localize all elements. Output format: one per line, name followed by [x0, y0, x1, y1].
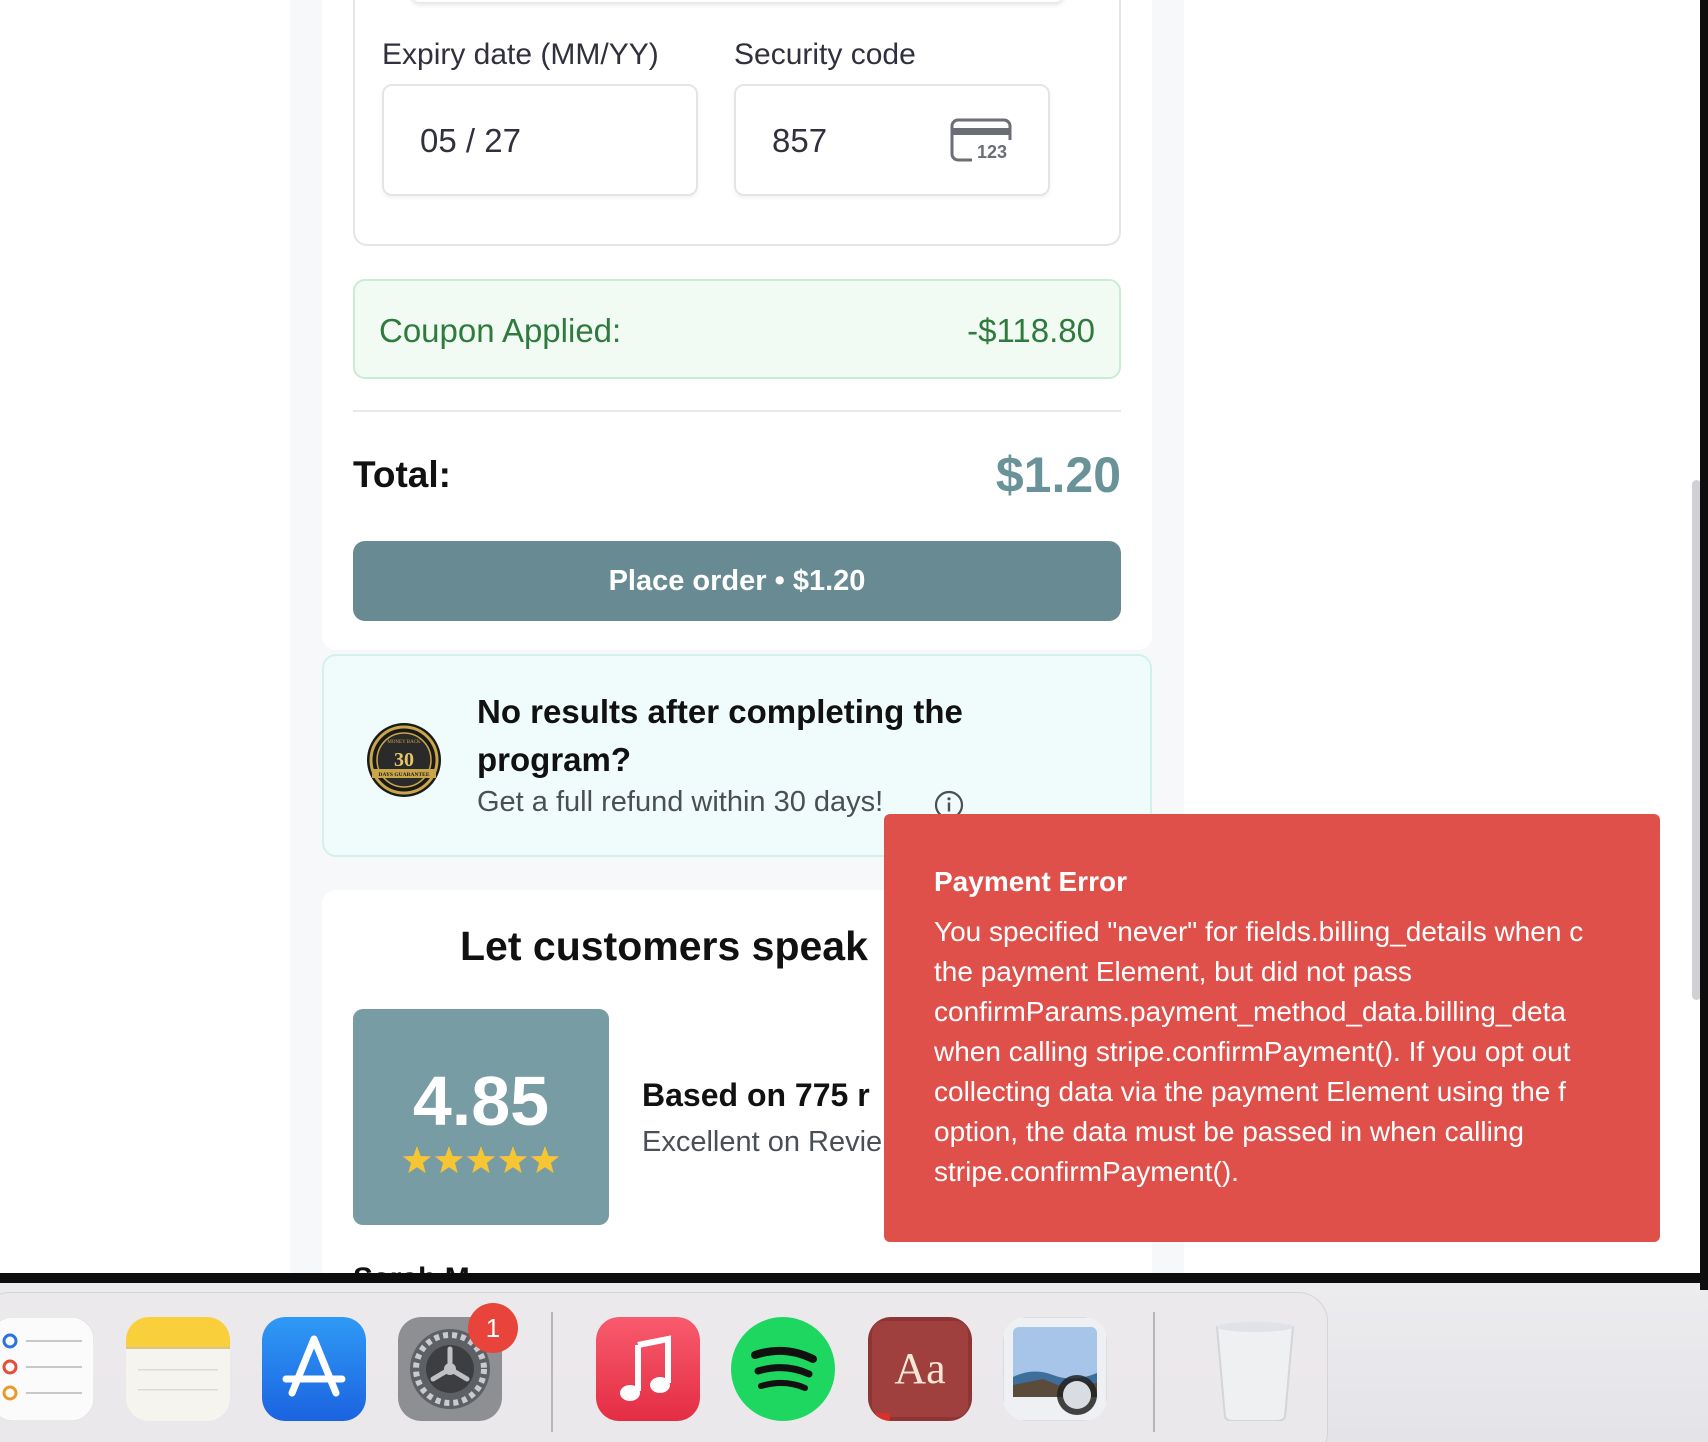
review-source-text: Excellent on Revie: [642, 1126, 883, 1158]
security-code-field[interactable]: 857 123: [734, 84, 1050, 196]
expiry-field[interactable]: 05 / 27: [382, 84, 698, 196]
cvc-card-icon: 123: [950, 118, 1012, 162]
window-right-edge: [1700, 0, 1708, 1290]
dock-separator: [1153, 1312, 1155, 1432]
svg-text:30: 30: [394, 749, 414, 771]
browser-viewport: Expiry date (MM/YY) 05 / 27 Security cod…: [0, 0, 1708, 1442]
guarantee-subtitle: Get a full refund within 30 days!: [477, 786, 884, 818]
star-icon: [466, 1146, 496, 1174]
total-label: Total:: [353, 454, 451, 495]
preview-icon[interactable]: [1003, 1317, 1107, 1421]
star-icon: [498, 1146, 528, 1174]
toast-line: the payment Element, but did not pass: [934, 956, 1412, 987]
svg-text:123: 123: [977, 142, 1007, 162]
coupon-applied-row: Coupon Applied: -$118.80: [353, 279, 1121, 379]
review-count-text: Based on 775 r: [642, 1077, 870, 1113]
svg-text:DAYS GUARANTEE: DAYS GUARANTEE: [379, 772, 430, 778]
music-icon[interactable]: [596, 1317, 700, 1421]
divider: [353, 410, 1121, 412]
rating-value: 4.85: [412, 1062, 550, 1140]
svg-text:Aa: Aa: [894, 1344, 945, 1393]
toast-line: option, the data must be passed in when …: [934, 1116, 1524, 1147]
expiry-value: 05 / 27: [420, 122, 521, 159]
settings-notification-badge: 1: [468, 1303, 518, 1353]
rating-summary-box: 4.85: [353, 1009, 609, 1225]
toast-line: when calling stripe.confirmPayment(). If…: [934, 1036, 1571, 1067]
security-code-label: Security code: [734, 38, 916, 71]
rating-stars-icon: [402, 1146, 560, 1174]
reminders-icon[interactable]: [0, 1317, 94, 1421]
reviews-title: Let customers speak: [460, 923, 868, 969]
toast-line: You specified "never" for fields.billing…: [934, 916, 1584, 947]
notes-icon[interactable]: [126, 1317, 230, 1421]
app-store-icon[interactable]: [262, 1317, 366, 1421]
star-icon: [434, 1146, 464, 1174]
dock-separator: [551, 1312, 553, 1432]
window-bottom-edge: [0, 1273, 1708, 1283]
toast-line: stripe.confirmPayment().: [934, 1156, 1239, 1187]
payment-error-toast[interactable]: Payment Error You specified "never" for …: [884, 814, 1660, 1242]
guarantee-title: No results after completing the program?: [477, 693, 963, 778]
dictionary-icon[interactable]: Aa: [868, 1317, 972, 1421]
security-code-value: 857: [772, 122, 828, 159]
star-icon: [530, 1146, 560, 1174]
toast-line: confirmParams.payment_method_data.billin…: [934, 996, 1566, 1027]
place-order-button[interactable]: Place order • $1.20: [353, 541, 1121, 621]
coupon-value: -$118.80: [967, 312, 1095, 349]
svg-text:MONEY BACK: MONEY BACK: [387, 740, 421, 745]
toast-line: collecting data via the payment Element …: [934, 1076, 1566, 1107]
toast-title: Payment Error: [934, 866, 1127, 897]
guarantee-seal-icon: MONEY BACK 30 DAYS GUARANTEE: [367, 723, 441, 797]
coupon-label: Coupon Applied:: [379, 312, 622, 349]
toast-message: You specified "never" for fields.billing…: [934, 912, 1660, 1192]
expiry-label: Expiry date (MM/YY): [382, 38, 659, 71]
card-number-field-edge: [410, 0, 1065, 2]
total-value: $1.20: [995, 447, 1121, 503]
trash-icon[interactable]: [1203, 1317, 1307, 1421]
star-icon: [402, 1146, 432, 1174]
spotify-icon[interactable]: [731, 1317, 835, 1421]
